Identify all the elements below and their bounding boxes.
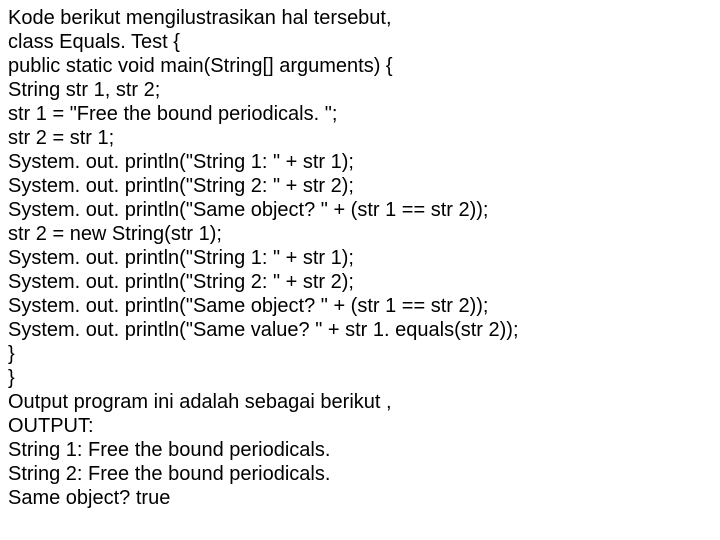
code-line: str 2 = str 1; [8,126,712,150]
code-line: System. out. println("String 2: " + str … [8,270,712,294]
code-line: public static void main(String[] argumen… [8,54,712,78]
output-line: String 1: Free the bound periodicals. [8,438,712,462]
code-line: System. out. println("Same value? " + st… [8,318,712,342]
text-line: Kode berikut mengilustrasikan hal terseb… [8,6,712,30]
output-line: Same object? true [8,486,712,510]
document-body: Kode berikut mengilustrasikan hal terseb… [0,0,720,516]
code-line: str 1 = "Free the bound periodicals. "; [8,102,712,126]
output-label: OUTPUT: [8,414,712,438]
code-line: System. out. println("Same object? " + (… [8,198,712,222]
code-line: str 2 = new String(str 1); [8,222,712,246]
code-line: System. out. println("String 1: " + str … [8,150,712,174]
code-line: class Equals. Test { [8,30,712,54]
text-line: Output program ini adalah sebagai beriku… [8,390,712,414]
code-line: } [8,366,712,390]
code-line: } [8,342,712,366]
code-line: System. out. println("Same object? " + (… [8,294,712,318]
code-line: System. out. println("String 2: " + str … [8,174,712,198]
output-line: String 2: Free the bound periodicals. [8,462,712,486]
code-line: String str 1, str 2; [8,78,712,102]
code-line: System. out. println("String 1: " + str … [8,246,712,270]
